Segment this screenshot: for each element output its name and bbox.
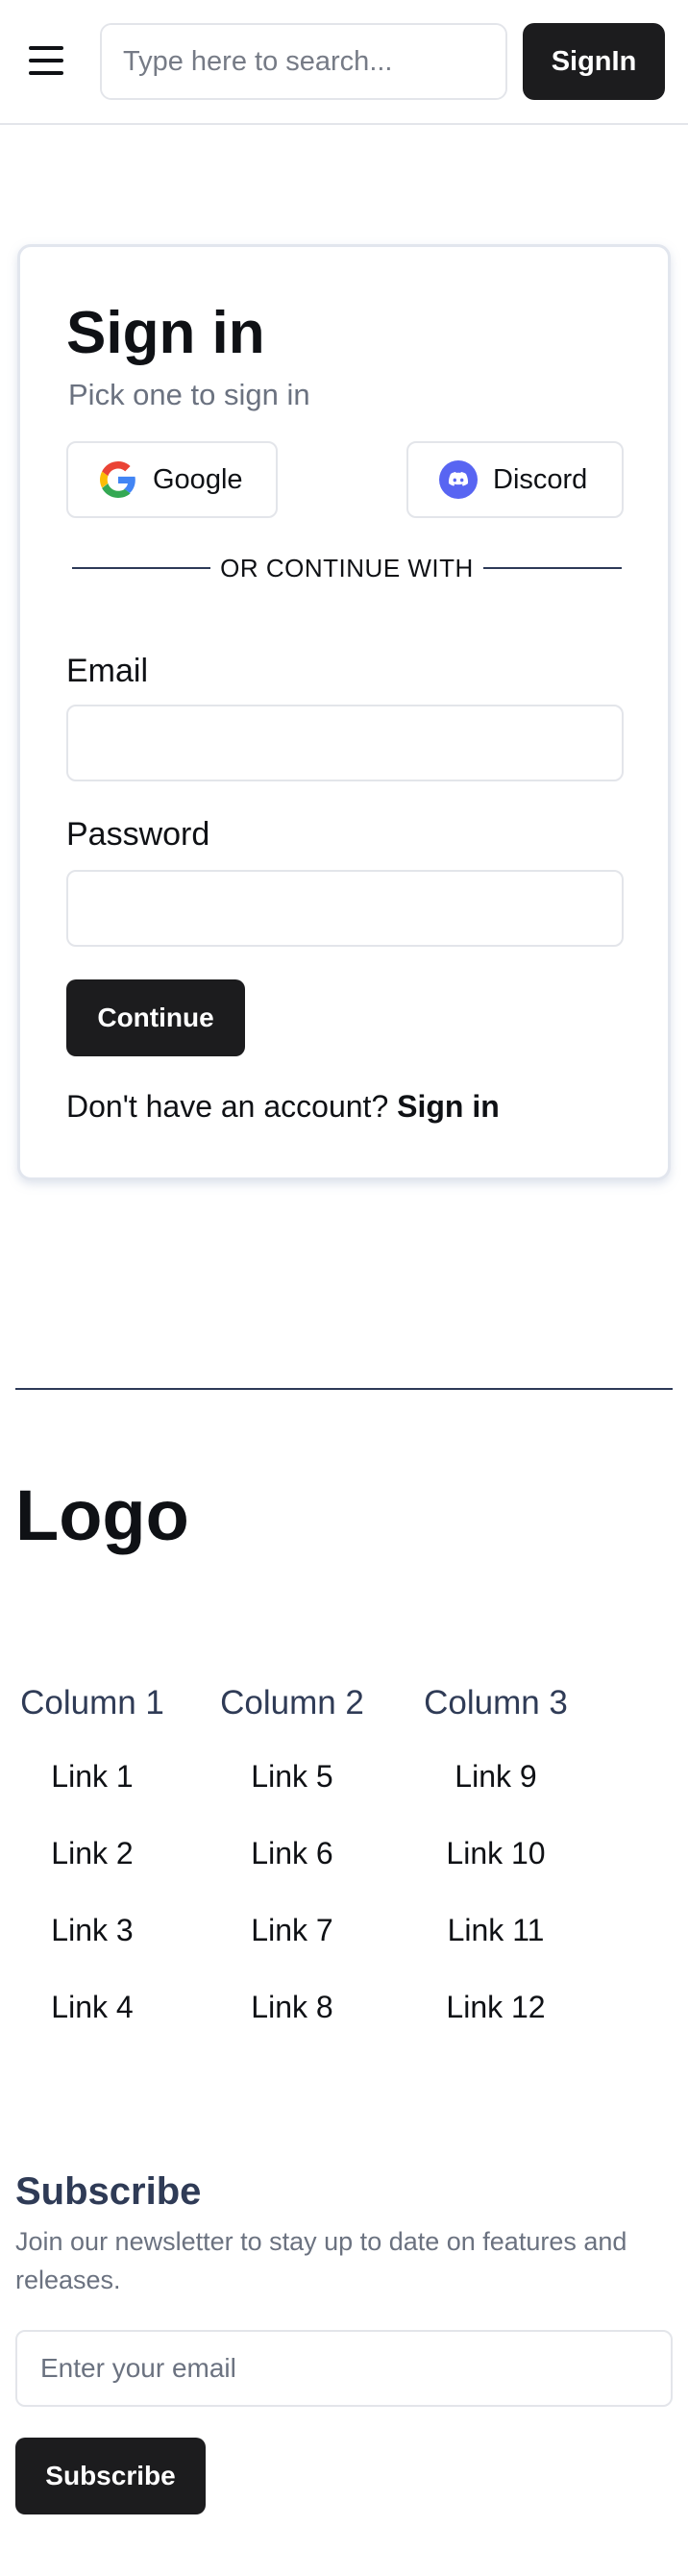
footer-link[interactable]: Link 5 <box>213 1755 371 1832</box>
google-button-label: Google <box>153 463 243 495</box>
footer-link[interactable]: Link 9 <box>417 1755 575 1832</box>
footer-link[interactable]: Link 11 <box>417 1909 575 1986</box>
no-account-text: Don't have an account? <box>66 1089 389 1124</box>
subscribe-title: Subscribe <box>15 2170 202 2213</box>
password-label: Password <box>66 816 210 853</box>
search-bar <box>100 23 507 100</box>
divider-line-right <box>482 567 622 569</box>
discord-signin-button[interactable]: Discord <box>406 441 624 518</box>
signin-subtitle: Pick one to sign in <box>68 378 310 411</box>
footer-link[interactable]: Link 10 <box>417 1832 575 1909</box>
newsletter-email-input[interactable] <box>15 2330 673 2407</box>
email-field[interactable] <box>66 705 624 781</box>
footer-link[interactable]: Link 1 <box>15 1755 169 1832</box>
signin-card: Sign in Pick one to sign in Google Disco… <box>17 244 671 1180</box>
footer-column-3: Column 3 Link 9 Link 10 Link 11 Link 12 <box>417 1684 575 2063</box>
footer-link[interactable]: Link 8 <box>213 1986 371 2063</box>
footer-logo[interactable]: Logo <box>15 1474 189 1556</box>
password-field[interactable] <box>66 870 624 947</box>
search-icon <box>506 47 507 76</box>
subscribe-description: Join our newsletter to stay up to date o… <box>15 2227 627 2294</box>
column-heading: Column 1 <box>20 1684 164 1721</box>
search-button[interactable] <box>506 25 507 98</box>
hamburger-menu-icon[interactable] <box>25 44 67 77</box>
google-icon <box>99 460 137 499</box>
footer-column-2: Column 2 Link 5 Link 6 Link 7 Link 8 <box>213 1684 371 2063</box>
footer-link[interactable]: Link 4 <box>15 1986 169 2063</box>
continue-button[interactable]: Continue <box>66 979 245 1056</box>
footer-link[interactable]: Link 6 <box>213 1832 371 1909</box>
signin-title: Sign in <box>66 300 265 366</box>
header-signin-button[interactable]: SignIn <box>523 23 665 100</box>
top-header: SignIn <box>0 0 688 125</box>
footer-column-1: Column 1 Link 1 Link 2 Link 3 Link 4 <box>15 1684 169 2063</box>
signin-link[interactable]: Sign in <box>397 1089 500 1124</box>
footer-divider <box>15 1388 673 1390</box>
discord-icon <box>439 460 478 499</box>
google-signin-button[interactable]: Google <box>66 441 278 518</box>
column-heading: Column 3 <box>424 1684 568 1721</box>
subscribe-button[interactable]: Subscribe <box>15 2438 206 2514</box>
no-account-row: Don't have an account? Sign in <box>66 1089 500 1125</box>
footer-link[interactable]: Link 3 <box>15 1909 169 1986</box>
divider-text: OR CONTINUE WITH <box>220 553 474 582</box>
email-label: Email <box>66 653 149 689</box>
footer-link[interactable]: Link 2 <box>15 1832 169 1909</box>
or-divider: OR CONTINUE WITH <box>72 549 622 587</box>
discord-button-label: Discord <box>493 463 588 495</box>
divider-line-left <box>72 567 211 569</box>
footer-link[interactable]: Link 12 <box>417 1986 575 2063</box>
search-input[interactable] <box>102 25 505 98</box>
column-heading: Column 2 <box>220 1684 364 1721</box>
footer-link[interactable]: Link 7 <box>213 1909 371 1986</box>
